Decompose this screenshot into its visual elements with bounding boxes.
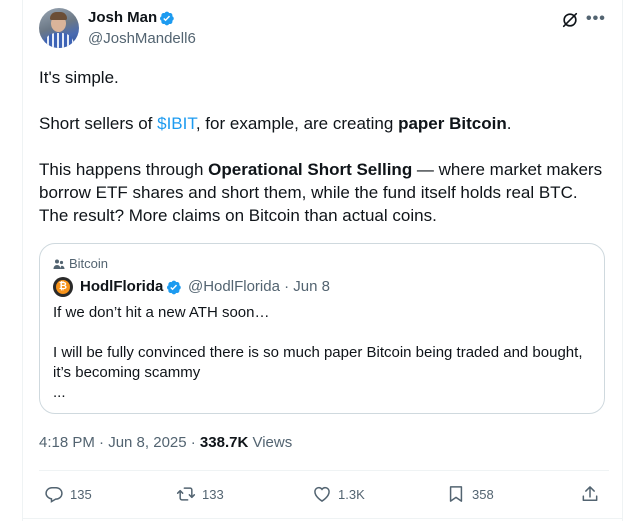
more-icon[interactable]: ••• — [586, 10, 606, 28]
post-container: Josh Man @JoshMandell6 ••• It's simple. … — [0, 0, 624, 521]
heart-icon — [314, 486, 330, 502]
community-icon — [53, 259, 65, 269]
views-label: Views — [248, 434, 293, 451]
views-count[interactable]: 338.7K — [200, 434, 248, 451]
left-border — [22, 0, 23, 521]
author-name[interactable]: Josh Man — [88, 9, 157, 26]
post-paragraph: Short sellers of $IBIT, for example, are… — [39, 114, 512, 133]
quoted-handle-date: @HodlFlorida · Jun 8 — [188, 278, 330, 295]
bookmark-button[interactable]: 358 — [446, 484, 494, 504]
reply-button[interactable]: 135 — [44, 484, 92, 504]
timestamp[interactable]: 4:18 PM · Jun 8, 2025 · — [39, 434, 200, 451]
post-paragraph: It's simple. — [39, 68, 119, 87]
post-text: It's simple. Short sellers of $IBIT, for… — [39, 66, 609, 227]
repost-button[interactable]: 133 — [176, 484, 224, 504]
post-paragraph: This happens through Operational Short S… — [39, 160, 603, 225]
verified-badge-icon — [160, 11, 174, 26]
like-button[interactable]: 1.3K — [312, 484, 365, 504]
bottom-border — [22, 518, 623, 519]
reply-icon — [45, 487, 63, 503]
post-meta: 4:18 PM · Jun 8, 2025 · 338.7K Views — [39, 434, 292, 451]
quoted-author-name[interactable]: HodlFlorida — [80, 278, 163, 295]
quoted-post[interactable]: Bitcoin ₿ HodlFlorida @HodlFlorida · Jun… — [39, 243, 605, 414]
grok-icon[interactable] — [561, 11, 579, 29]
author-avatar[interactable] — [39, 8, 79, 48]
bookmark-icon — [449, 486, 463, 502]
divider — [39, 470, 609, 471]
repost-icon — [176, 487, 196, 501]
verified-badge-icon — [167, 280, 181, 295]
quoted-text: If we don’t hit a new ATH soon… I will b… — [53, 304, 583, 401]
community-label[interactable]: Bitcoin — [53, 256, 108, 271]
share-icon — [582, 486, 598, 501]
quoted-avatar[interactable]: ₿ — [53, 277, 73, 297]
author-handle[interactable]: @JoshMandell6 — [88, 30, 196, 47]
right-border — [622, 0, 623, 521]
cashtag-link[interactable]: $IBIT — [157, 114, 196, 133]
share-button[interactable] — [580, 484, 600, 504]
